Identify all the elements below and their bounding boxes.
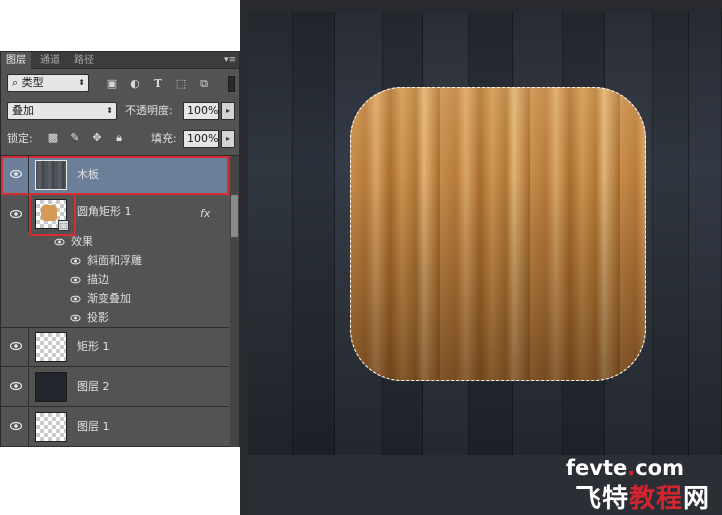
- visibility-toggle[interactable]: [1, 156, 29, 194]
- chevron-updown-icon: ⬍: [106, 106, 113, 115]
- effect-item[interactable]: 投影: [1, 308, 229, 328]
- lock-position-icon[interactable]: ✥: [90, 131, 104, 145]
- filter-kind-value: 类型: [21, 76, 44, 89]
- eye-icon: [10, 169, 22, 179]
- lock-image-pixels-icon[interactable]: ✎: [68, 131, 82, 145]
- layer-thumbnail: [35, 372, 67, 402]
- layer-thumbnail: [35, 332, 67, 362]
- scrollbar-track[interactable]: [230, 156, 239, 447]
- blend-mode-select[interactable]: 叠加 ⬍: [7, 102, 117, 120]
- fx-icon[interactable]: fx: [200, 207, 210, 220]
- highlight-box: [29, 193, 76, 236]
- tab-layers[interactable]: 图层: [1, 52, 31, 69]
- layer-row[interactable]: 图层 1: [1, 408, 229, 447]
- fill-dropdown-icon[interactable]: ▸: [221, 130, 235, 148]
- effect-label: 投影: [87, 311, 109, 324]
- visibility-toggle[interactable]: [1, 196, 29, 232]
- layer-row[interactable]: 木板: [1, 156, 229, 195]
- type-filter-icon[interactable]: T: [151, 77, 165, 91]
- watermark-part-a: 飞特: [574, 484, 629, 514]
- eye-icon[interactable]: [70, 313, 81, 323]
- effect-label: 渐变叠加: [87, 292, 131, 305]
- fill-label: 填充:: [151, 132, 177, 145]
- layer-row[interactable]: 矩形 1: [1, 328, 229, 367]
- blend-mode-value: 叠加: [12, 104, 34, 117]
- eye-icon[interactable]: [70, 256, 81, 266]
- chevron-updown-icon: ⬍: [78, 78, 85, 87]
- document-canvas[interactable]: [248, 12, 722, 455]
- lock-transparent-pixels-icon[interactable]: ▩: [46, 131, 60, 145]
- visibility-toggle[interactable]: [1, 408, 29, 446]
- visibility-toggle[interactable]: [1, 328, 29, 366]
- blend-row: 叠加 ⬍ 不透明度: 100% ▸: [1, 102, 239, 122]
- effect-label: 描边: [87, 273, 109, 286]
- layer-name: 矩形 1: [77, 340, 110, 353]
- watermark-site-name: 飞特教程网: [575, 478, 710, 515]
- eye-icon: [10, 421, 22, 431]
- fill-input[interactable]: 100%: [183, 130, 219, 148]
- smart-object-filter-icon[interactable]: ⧉: [197, 77, 211, 91]
- layers-panel: 图层 通道 路径 ▾≡ ⌕ 类型 ⬍ ▣ ◐ T ⬚ ⧉ 叠加 ⬍ 不透明度: …: [0, 51, 240, 447]
- scrollbar-thumb[interactable]: [231, 195, 238, 237]
- search-icon: ⌕: [12, 76, 22, 89]
- canvas-area: [240, 0, 722, 515]
- shape-filter-icon[interactable]: ⬚: [174, 77, 188, 91]
- watermark-url-suffix: com: [635, 456, 684, 480]
- eye-icon: [10, 341, 22, 351]
- marching-ants-selection: [350, 87, 646, 381]
- lock-label: 锁定:: [7, 132, 33, 145]
- layer-name: 图层 1: [77, 420, 110, 433]
- layer-name: 图层 2: [77, 380, 110, 393]
- effect-item[interactable]: 斜面和浮雕: [1, 251, 229, 270]
- eye-icon: [10, 209, 22, 219]
- watermark-url: fevte.com: [566, 456, 684, 480]
- effect-label: 斜面和浮雕: [87, 254, 142, 267]
- tab-channels[interactable]: 通道: [35, 52, 65, 69]
- filter-row: ⌕ 类型 ⬍ ▣ ◐ T ⬚ ⧉: [1, 74, 239, 94]
- eye-icon[interactable]: [54, 237, 65, 247]
- panel-tab-bar: 图层 通道 路径 ▾≡: [1, 52, 239, 69]
- opacity-label: 不透明度:: [125, 104, 173, 117]
- watermark-url-prefix: fevte: [565, 456, 628, 480]
- watermark-part-c: 网: [682, 484, 710, 514]
- eye-icon[interactable]: [70, 275, 81, 285]
- tab-paths[interactable]: 路径: [69, 52, 99, 69]
- effect-item[interactable]: 描边: [1, 270, 229, 289]
- panel-menu-icon[interactable]: ▾≡: [224, 55, 236, 65]
- visibility-toggle[interactable]: [1, 368, 29, 406]
- effect-item[interactable]: 渐变叠加: [1, 289, 229, 308]
- filter-kind-select[interactable]: ⌕ 类型 ⬍: [7, 74, 89, 92]
- watermark-part-b: 教程: [628, 484, 683, 514]
- layer-name: 圆角矩形 1: [77, 205, 132, 218]
- layer-row[interactable]: 图层 2: [1, 368, 229, 407]
- lock-all-icon[interactable]: 🔒︎: [112, 131, 126, 145]
- opacity-input[interactable]: 100%: [183, 102, 219, 120]
- filter-toggle-switch[interactable]: [228, 76, 235, 92]
- layer-thumbnail: [35, 160, 67, 190]
- eye-icon: [10, 381, 22, 391]
- layer-thumbnail: [35, 412, 67, 442]
- eye-icon[interactable]: [70, 294, 81, 304]
- adjustment-filter-icon[interactable]: ◐: [128, 77, 142, 91]
- lock-row: 锁定: ▩ ✎ ✥ 🔒︎ 填充: 100% ▸: [1, 130, 239, 150]
- opacity-dropdown-icon[interactable]: ▸: [221, 102, 235, 120]
- image-filter-icon[interactable]: ▣: [105, 77, 119, 91]
- layer-name: 木板: [77, 168, 99, 181]
